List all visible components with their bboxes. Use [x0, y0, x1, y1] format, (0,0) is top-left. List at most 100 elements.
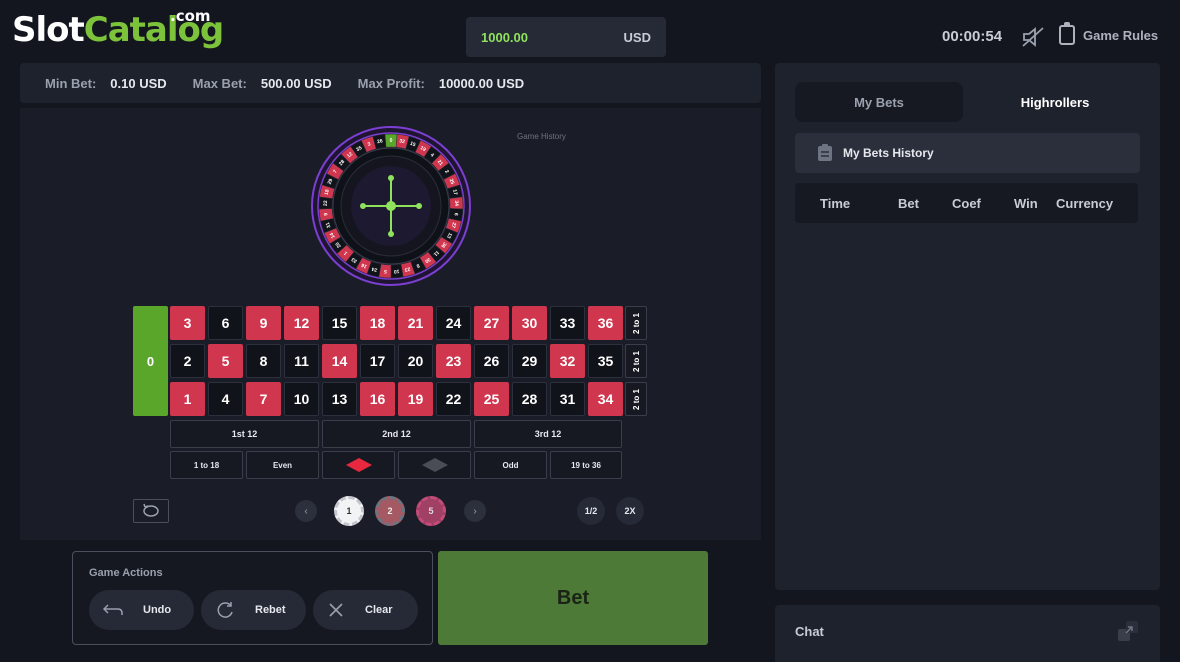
column-bet-label: 2 to 1: [631, 388, 641, 410]
number-cell-26[interactable]: 26: [474, 344, 509, 378]
rebet-button[interactable]: Rebet: [201, 590, 306, 630]
roulette-wheel: 0 32 1519421225173462713361130823105241633…: [311, 126, 471, 286]
undo-button[interactable]: Undo: [89, 590, 194, 630]
red-diamond-icon: [345, 458, 372, 472]
undo-label: Undo: [143, 604, 172, 616]
session-timer: 00:00:54: [942, 28, 1003, 45]
dozen-bet-3rd[interactable]: 3rd 12: [474, 420, 622, 448]
clear-label: Clear: [365, 604, 393, 616]
half-bet-button[interactable]: 1/2: [577, 497, 605, 525]
chevron-left-icon: ‹: [304, 505, 308, 517]
number-cell-11[interactable]: 11: [284, 344, 319, 378]
column-bet-top[interactable]: 2 to 1: [625, 306, 647, 340]
column-header-bet: Bet: [898, 196, 919, 211]
min-bet-value: 0.10 USD: [110, 75, 167, 91]
bet-even[interactable]: Even: [246, 451, 319, 479]
column-bet-bottom[interactable]: 2 to 1: [625, 382, 647, 416]
expand-icon[interactable]: [1117, 620, 1139, 642]
bet-limits-bar: Min Bet: 0.10 USD Max Bet: 500.00 USD Ma…: [20, 63, 761, 103]
logo-suffix: .com: [170, 7, 211, 25]
rebet-label: Rebet: [255, 604, 286, 616]
number-cell-34[interactable]: 34: [588, 382, 623, 416]
number-cell-20[interactable]: 20: [398, 344, 433, 378]
history-list-icon: [818, 144, 832, 161]
column-bet-label: 2 to 1: [631, 312, 641, 334]
column-header-coef: Coef: [952, 196, 981, 211]
number-cell-31[interactable]: 31: [550, 382, 585, 416]
column-header-win: Win: [1014, 196, 1038, 211]
chip-1[interactable]: 1: [334, 496, 364, 526]
number-cell-10[interactable]: 10: [284, 382, 319, 416]
number-cell-5[interactable]: 5: [208, 344, 243, 378]
chat-label: Chat: [795, 624, 824, 639]
number-cell-3[interactable]: 3: [170, 306, 205, 340]
number-cell-1[interactable]: 1: [170, 382, 205, 416]
number-cell-8[interactable]: 8: [246, 344, 281, 378]
game-rules-button[interactable]: Game Rules: [1059, 22, 1158, 45]
number-cell-0[interactable]: 0: [133, 306, 168, 416]
tab-highrollers[interactable]: Highrollers: [971, 82, 1139, 122]
chevron-right-icon: ›: [473, 505, 477, 517]
sound-off-icon[interactable]: [1021, 26, 1045, 48]
bet-red[interactable]: [322, 451, 395, 479]
undo-icon: [103, 604, 123, 615]
number-cell-33[interactable]: 33: [550, 306, 585, 340]
bet-black[interactable]: [398, 451, 471, 479]
column-header-time: Time: [820, 196, 851, 211]
bet-button[interactable]: Bet: [438, 551, 708, 645]
dozen-bet-1st[interactable]: 1st 12: [170, 420, 319, 448]
number-cell-17[interactable]: 17: [360, 344, 395, 378]
auto-spin-button[interactable]: [133, 499, 169, 523]
slotcatalog-logo: SlotCatalog .com: [12, 7, 224, 50]
number-cell-18[interactable]: 18: [360, 306, 395, 340]
bet-odd[interactable]: Odd: [474, 451, 547, 479]
number-cell-16[interactable]: 16: [360, 382, 395, 416]
number-cell-7[interactable]: 7: [246, 382, 281, 416]
roulette-game-area: Game History 0 32 15 19 4 21 2 25 17 34 6 27 13 36 11 3…: [20, 108, 761, 540]
chip-5[interactable]: 5: [416, 496, 446, 526]
bet-19-to-36[interactable]: 19 to 36: [550, 451, 622, 479]
number-cell-9[interactable]: 9: [246, 306, 281, 340]
rebet-icon: [217, 602, 233, 618]
history-table-header: Time Bet Coef Win Currency: [795, 183, 1138, 223]
number-cell-4[interactable]: 4: [208, 382, 243, 416]
double-bet-button[interactable]: 2X: [616, 497, 644, 525]
number-cell-25[interactable]: 25: [474, 382, 509, 416]
chip-2[interactable]: 2: [375, 496, 405, 526]
balance-currency: USD: [623, 29, 651, 45]
number-cell-6[interactable]: 6: [208, 306, 243, 340]
number-cell-28[interactable]: 28: [512, 382, 547, 416]
my-bets-history-header: My Bets History: [795, 133, 1140, 173]
number-cell-29[interactable]: 29: [512, 344, 547, 378]
clear-button[interactable]: Clear: [313, 590, 418, 630]
number-cell-36[interactable]: 36: [588, 306, 623, 340]
number-cell-12[interactable]: 12: [284, 306, 319, 340]
number-cell-19[interactable]: 19: [398, 382, 433, 416]
number-cell-21[interactable]: 21: [398, 306, 433, 340]
number-cell-35[interactable]: 35: [588, 344, 623, 378]
number-cell-14[interactable]: 14: [322, 344, 357, 378]
chip-next-button[interactable]: ›: [464, 500, 486, 522]
number-cell-22[interactable]: 22: [436, 382, 471, 416]
bets-sidebar: My Bets Highrollers My Bets History Time…: [775, 63, 1160, 590]
bet-1-to-18[interactable]: 1 to 18: [170, 451, 243, 479]
balance-amount: 1000.00: [481, 29, 528, 45]
number-cell-13[interactable]: 13: [322, 382, 357, 416]
dozen-bet-2nd[interactable]: 2nd 12: [322, 420, 471, 448]
number-cell-2[interactable]: 2: [170, 344, 205, 378]
number-cell-24[interactable]: 24: [436, 306, 471, 340]
number-cell-15[interactable]: 15: [322, 306, 357, 340]
number-cell-27[interactable]: 27: [474, 306, 509, 340]
wheel-number-0: 0: [390, 138, 393, 144]
number-cell-30[interactable]: 30: [512, 306, 547, 340]
column-bet-middle[interactable]: 2 to 1: [625, 344, 647, 378]
column-bet-label: 2 to 1: [631, 350, 641, 372]
close-icon: [329, 603, 343, 617]
number-cell-23[interactable]: 23: [436, 344, 471, 378]
chip-prev-button[interactable]: ‹: [295, 500, 317, 522]
chat-panel[interactable]: Chat: [775, 605, 1160, 662]
number-cell-32[interactable]: 32: [550, 344, 585, 378]
wheel-number-22: 22: [323, 200, 329, 206]
max-bet-label: Max Bet:: [192, 75, 247, 91]
tab-my-bets[interactable]: My Bets: [795, 82, 963, 122]
